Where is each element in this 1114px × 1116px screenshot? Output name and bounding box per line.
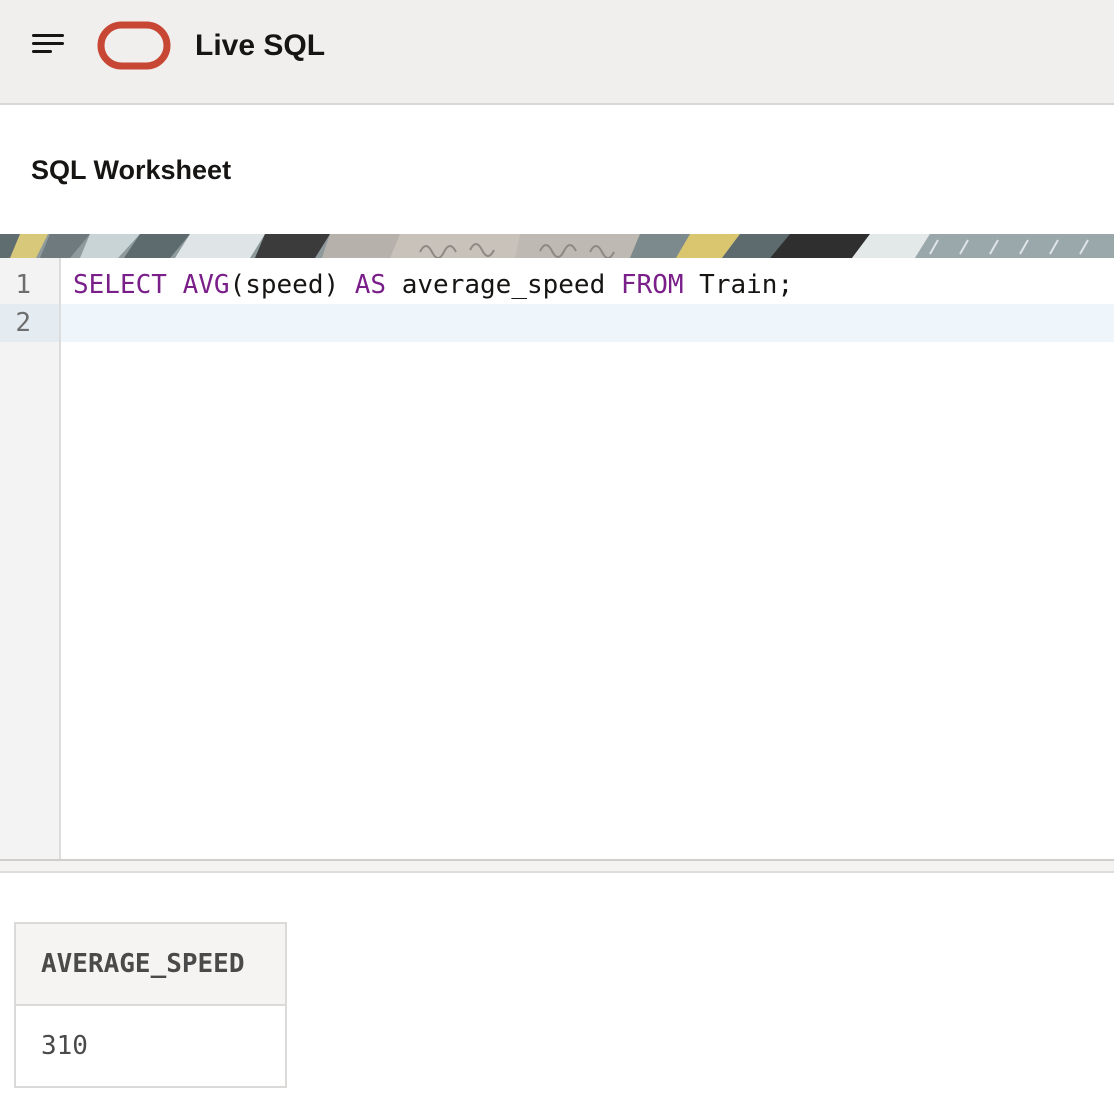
active-line-highlight [0, 304, 1114, 342]
hamburger-menu-icon[interactable] [28, 26, 68, 66]
sql-keyword: SELECT [73, 270, 167, 300]
table-header-row: AVERAGE_SPEED [14, 922, 287, 1006]
oracle-logo-icon[interactable] [97, 21, 171, 70]
line-number: 2 [15, 308, 31, 338]
code-line-1[interactable]: SELECT AVG(speed) AS average_speed FROM … [73, 266, 793, 304]
pane-splitter[interactable] [0, 861, 1114, 873]
sql-editor[interactable]: 1 2 SELECT AVG(speed) AS average_speed F… [0, 258, 1114, 861]
code-text: average_speed [386, 270, 621, 300]
sql-keyword: FROM [620, 270, 684, 300]
sql-keyword: AS [354, 270, 387, 300]
page-title: SQL Worksheet [31, 155, 232, 185]
line-number: 1 [15, 270, 31, 300]
results-table: AVERAGE_SPEED 310 [14, 922, 287, 1088]
table-cell[interactable]: 310 [14, 1004, 287, 1088]
code-text: Train; [683, 270, 794, 300]
line-number-gutter: 1 2 [0, 258, 61, 859]
column-header[interactable]: AVERAGE_SPEED [14, 922, 287, 1006]
decorative-banner [0, 234, 1114, 258]
top-bar: Live SQL [0, 0, 1114, 105]
table-row: 310 [14, 1004, 287, 1088]
sql-function: AVG [182, 270, 230, 300]
app-title: Live SQL [195, 29, 326, 62]
code-text: (speed) [229, 270, 355, 300]
